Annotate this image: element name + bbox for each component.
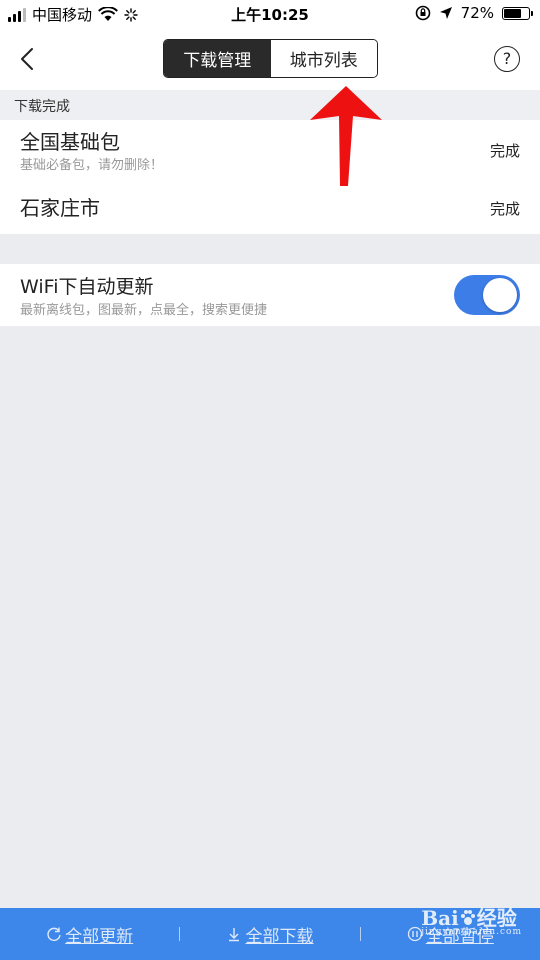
watermark-domain: jingyan.baidu.com (421, 927, 522, 937)
help-button[interactable]: ? (494, 46, 520, 72)
update-all-button[interactable]: 全部更新 (0, 922, 179, 947)
refresh-icon (47, 927, 61, 941)
annotation-arrow-icon (310, 86, 382, 186)
battery-fill (504, 8, 521, 18)
tab-download-management[interactable]: 下载管理 (164, 40, 271, 77)
paw-icon (460, 910, 475, 925)
battery-percent: 72% (460, 4, 494, 22)
download-all-button[interactable]: 全部下载 (180, 922, 359, 947)
item-title: 全国基础包 (20, 130, 120, 154)
wifi-auto-update-subtitle: 最新离线包，图最新，点最全，搜索更便捷 (20, 303, 268, 318)
item-title: 石家庄市 (20, 196, 100, 220)
update-all-label: 全部更新 (65, 926, 134, 947)
wifi-auto-update-row: WiFi下自动更新 最新离线包，图最新，点最全，搜索更便捷 (0, 264, 540, 326)
item-status: 完成 (489, 142, 520, 160)
list-item-shijiazhuang[interactable]: 石家庄市 完成 (0, 177, 540, 234)
status-right: 72% (415, 4, 533, 22)
list-item-national-base[interactable]: 全国基础包 基础必备包，请勿删除！ 完成 (0, 120, 540, 177)
wifi-auto-update-toggle[interactable] (454, 275, 520, 315)
location-arrow-icon (439, 7, 452, 19)
item-subtitle: 基础必备包，请勿删除！ (20, 158, 164, 173)
back-button[interactable] (10, 42, 44, 76)
download-icon (229, 928, 240, 942)
baidu-jingyan-watermark: Bai 经验 jingyan.baidu.com (421, 902, 522, 937)
wifi-auto-update-title: WiFi下自动更新 (20, 276, 154, 298)
nav-bar: 下载管理 城市列表 ? (0, 28, 540, 90)
downloaded-list: 全国基础包 基础必备包，请勿删除！ 完成 石家庄市 完成 (0, 120, 540, 234)
tab-city-list[interactable]: 城市列表 (270, 40, 377, 77)
section-header-downloaded: 下载完成 (0, 90, 540, 120)
download-all-label: 全部下载 (245, 926, 314, 947)
toggle-knob (483, 278, 517, 312)
battery-icon (502, 6, 533, 20)
orientation-lock-icon (415, 5, 430, 21)
segmented-control: 下载管理 城市列表 (163, 39, 378, 78)
status-bar: 中国移动 上午10:25 72% (0, 0, 540, 28)
chevron-left-icon (21, 48, 33, 70)
item-status: 完成 (489, 200, 520, 218)
